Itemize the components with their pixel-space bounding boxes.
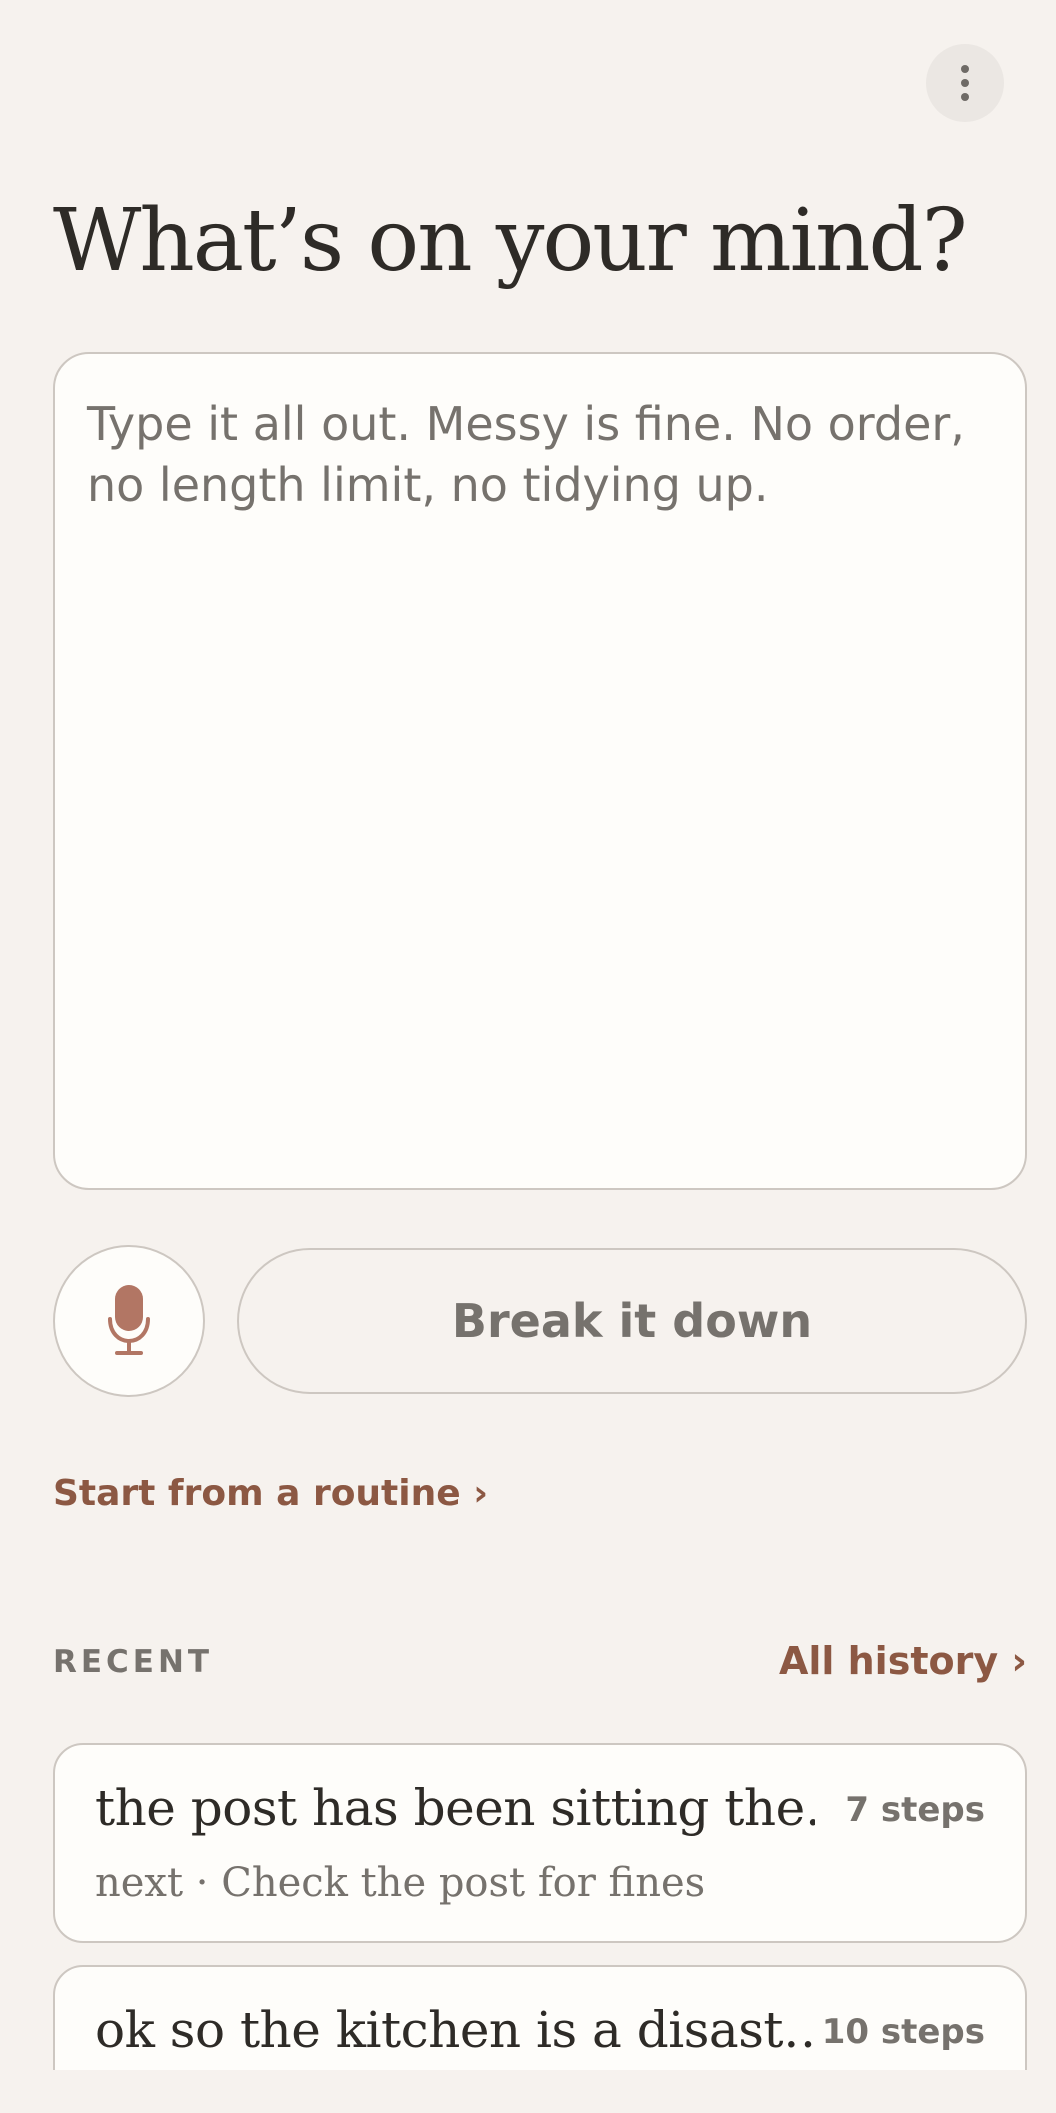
recent-item-steps: 7 steps: [845, 1790, 985, 1830]
recent-section-label: RECENT: [53, 1644, 214, 1680]
voice-input-button[interactable]: [53, 1245, 205, 1397]
page-title: What’s on your mind?: [53, 191, 968, 291]
recent-item-next: next · Check the post for fines: [95, 1860, 706, 1906]
all-history-link[interactable]: All history ›: [779, 1634, 1027, 1688]
recent-item-title: ok so the kitchen is a disast…: [95, 2001, 815, 2059]
recent-item[interactable]: the post has been sitting the… 7 steps n…: [53, 1743, 1027, 1943]
more-options-button[interactable]: [926, 44, 1004, 122]
microphone-icon: [108, 1285, 150, 1355]
brain-dump-input[interactable]: [55, 354, 1025, 1188]
recent-item-title: the post has been sitting the…: [95, 1779, 815, 1837]
recent-item-steps: 10 steps: [821, 2012, 985, 2052]
break-it-down-button[interactable]: Break it down: [237, 1248, 1027, 1394]
brain-dump-box: [53, 352, 1027, 1190]
start-from-routine-link[interactable]: Start from a routine ›: [53, 1468, 488, 1520]
more-vertical-icon: [961, 65, 969, 101]
recent-item[interactable]: ok so the kitchen is a disast… 10 steps: [53, 1965, 1027, 2070]
recent-list: the post has been sitting the… 7 steps n…: [0, 1740, 1056, 2070]
